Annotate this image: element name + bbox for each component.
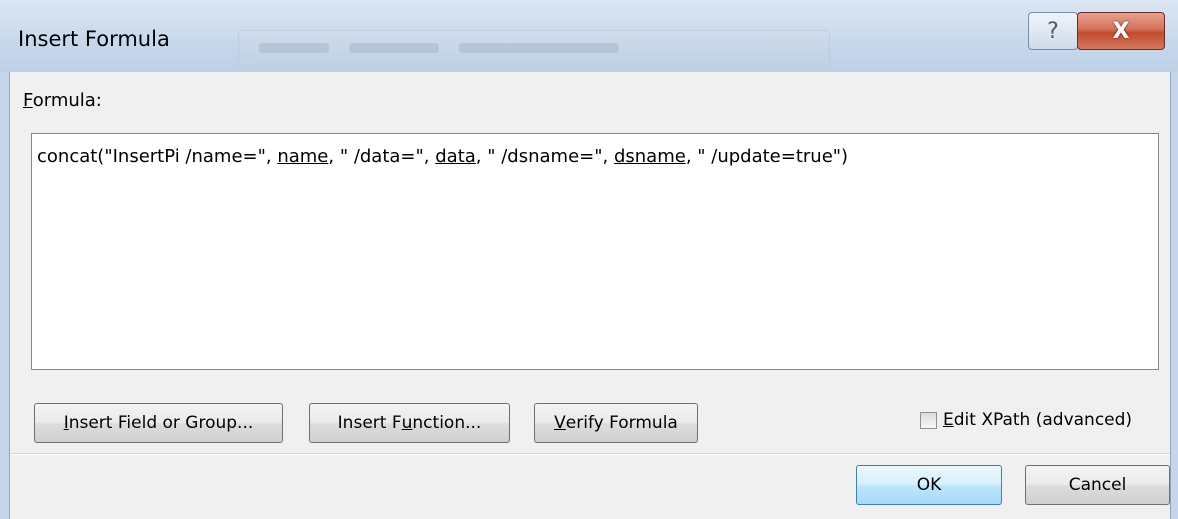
verify-formula-button[interactable]: Verify Formula	[534, 403, 698, 443]
button-label: erify Formula	[565, 413, 678, 433]
insert-field-or-group-button[interactable]: Insert Field or Group...	[34, 403, 283, 443]
button-label: OK	[916, 475, 942, 495]
formula-label: Formula:	[23, 90, 102, 111]
separator-line	[10, 453, 1170, 455]
formula-text-segment: , " /update=true")	[685, 146, 849, 167]
window-title: Insert Formula	[18, 27, 170, 51]
close-icon: X	[1112, 18, 1130, 44]
button-label: nction...	[412, 413, 482, 433]
background-window-ghost	[238, 30, 830, 66]
formula-label-text: ormula:	[32, 90, 102, 111]
edit-xpath-label: dit XPath (advanced)	[953, 410, 1133, 430]
formula-text-segment: , " /dsname=",	[475, 146, 614, 167]
formula-field-dsname: dsname	[613, 146, 686, 167]
button-label: nsert Field or Group...	[68, 413, 254, 433]
cancel-button[interactable]: Cancel	[1025, 465, 1170, 505]
button-label: Insert F	[337, 413, 402, 433]
title-bar: Insert Formula ? X	[0, 0, 1178, 72]
formula-label-mnemonic: F	[23, 90, 33, 111]
help-icon: ?	[1047, 18, 1059, 44]
checkbox-mnemonic: E	[943, 410, 954, 430]
edit-xpath-checkbox[interactable]	[920, 411, 937, 429]
formula-field-name: name	[277, 146, 329, 167]
formula-text-segment: concat("InsertPi /name=",	[37, 146, 278, 167]
formula-text-segment: , " /data=",	[328, 146, 436, 167]
ok-button[interactable]: OK	[856, 465, 1002, 505]
formula-field-data: data	[435, 146, 476, 167]
edit-xpath-option[interactable]: Edit XPath (advanced)	[920, 410, 1132, 430]
help-button[interactable]: ?	[1028, 12, 1078, 50]
button-mnemonic: V	[554, 413, 566, 433]
button-mnemonic: u	[401, 413, 413, 433]
button-label: Cancel	[1068, 475, 1127, 495]
formula-textarea[interactable]: concat("InsertPi /name=", name, " /data=…	[31, 133, 1159, 370]
insert-function-button[interactable]: Insert Fu nction...	[309, 403, 510, 443]
close-button[interactable]: X	[1077, 12, 1165, 50]
window-frame-right	[1170, 72, 1178, 519]
window-frame-left	[0, 72, 10, 519]
